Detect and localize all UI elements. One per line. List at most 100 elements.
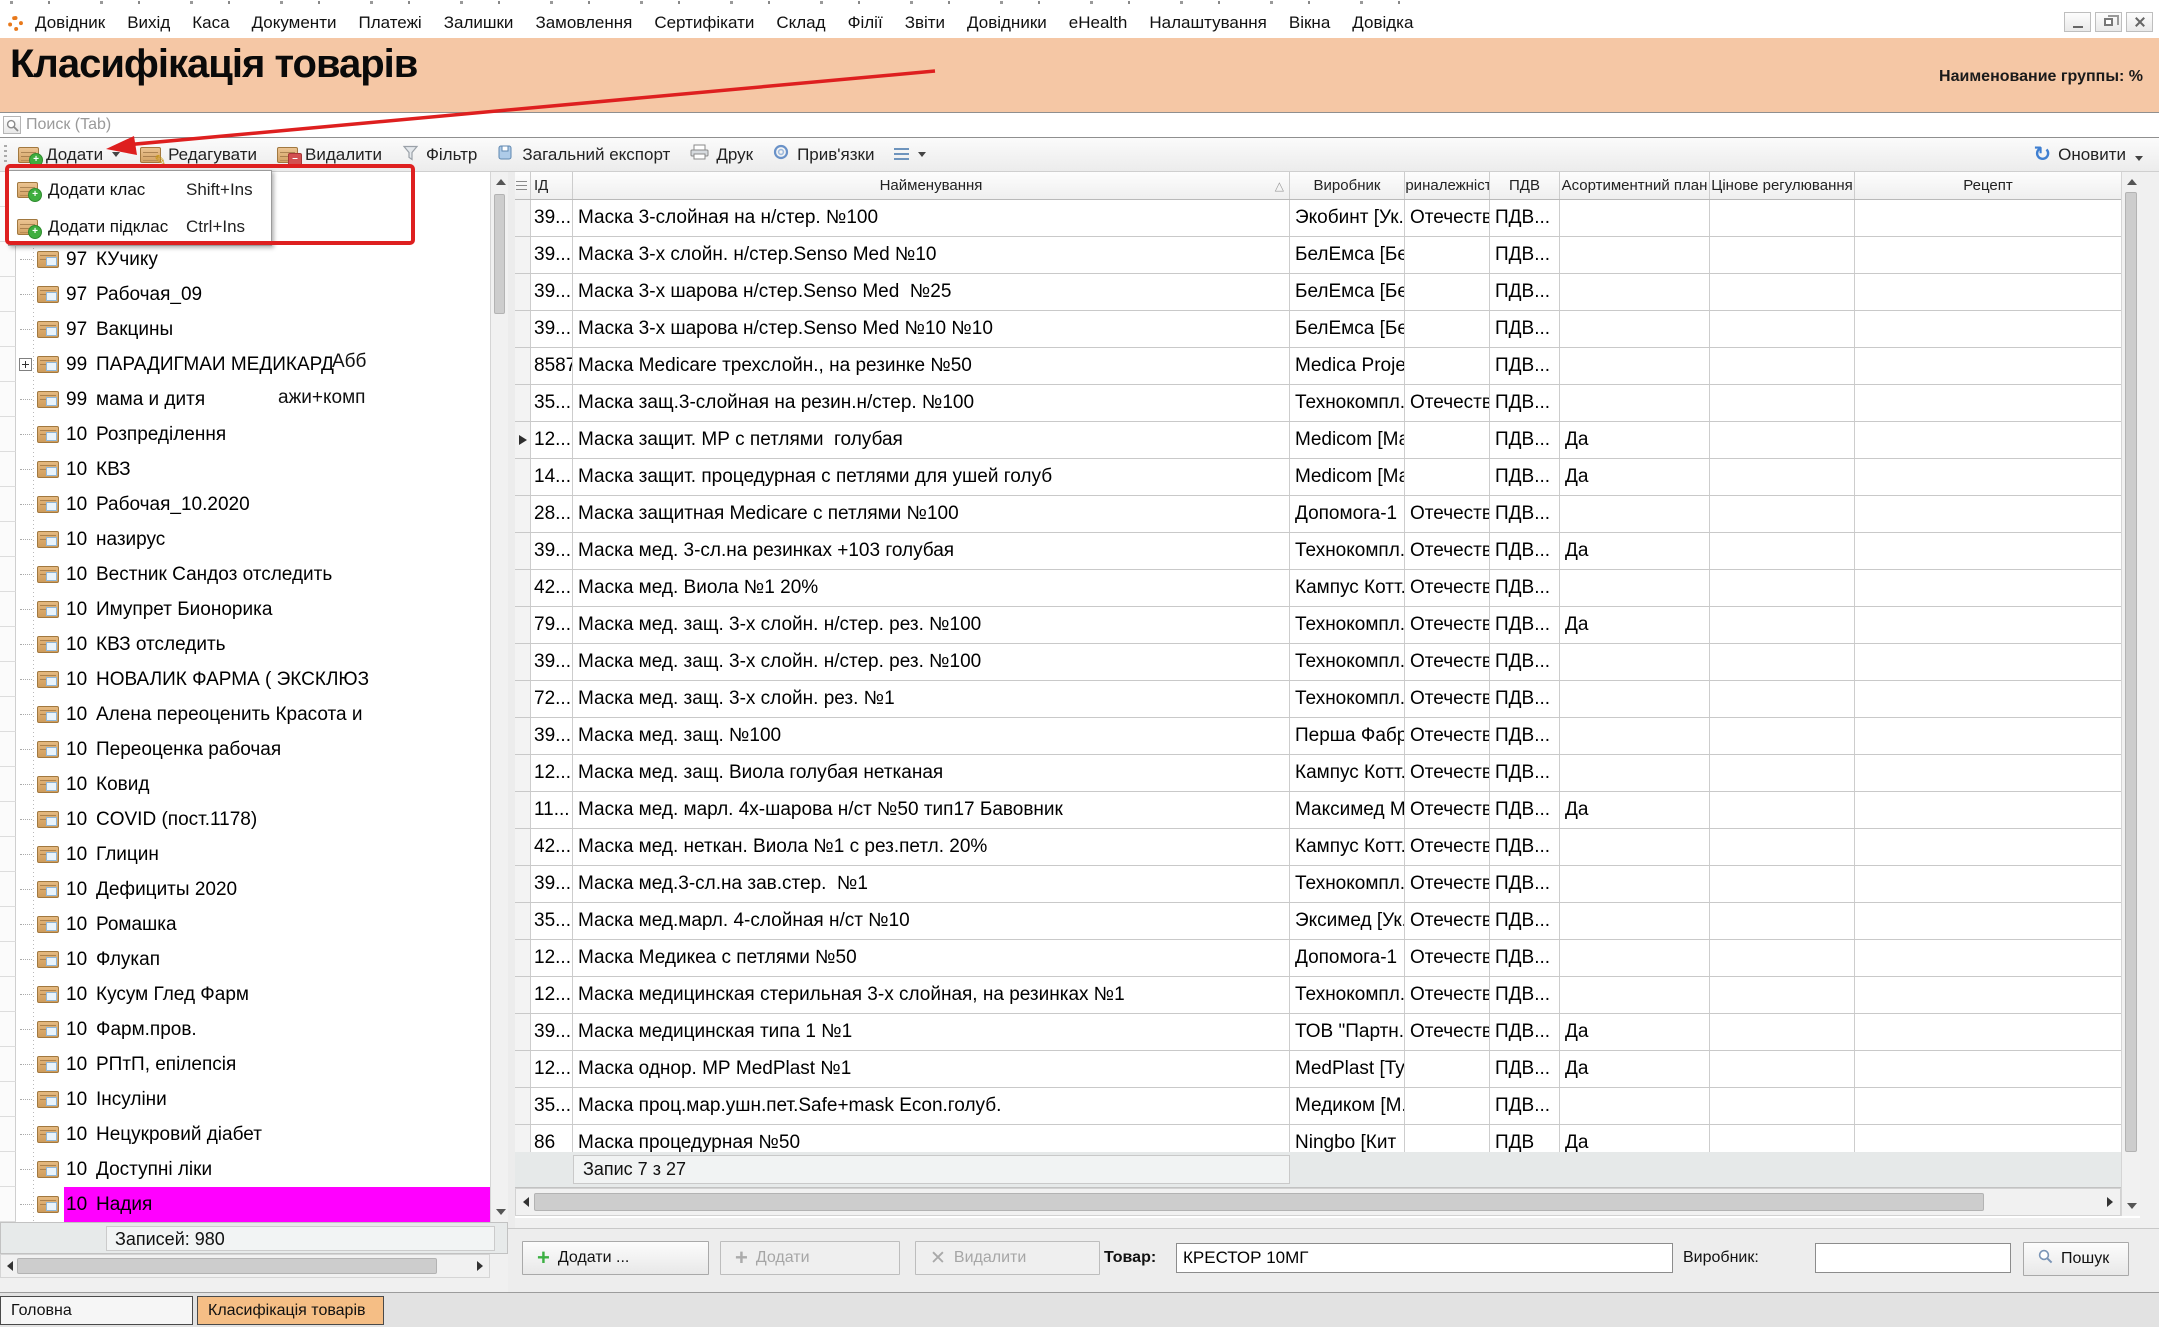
- table-row[interactable]: 35... Маска мед.марл. 4-слойная н/ст №10…: [515, 903, 2121, 940]
- scrollbar-thumb[interactable]: [17, 1258, 437, 1274]
- tree-item[interactable]: 97 Рабочая_09: [0, 277, 490, 312]
- scroll-left-icon[interactable]: [7, 1261, 13, 1271]
- tree-item[interactable]: 10 Вестник Сандоз отследить: [0, 557, 490, 592]
- tree-item[interactable]: 10 назирус: [0, 522, 490, 557]
- tree-item[interactable]: 10 Надия: [0, 1187, 490, 1222]
- table-row[interactable]: 39... Маска 3-слойная на н/стер. №100 Эк…: [515, 200, 2121, 237]
- expand-plus-icon[interactable]: [19, 358, 32, 371]
- tree-vertical-scrollbar[interactable]: [490, 172, 508, 1222]
- scroll-right-icon[interactable]: [477, 1261, 483, 1271]
- scroll-down-icon[interactable]: [2127, 1203, 2137, 1209]
- menu-item[interactable]: Довідник: [35, 13, 105, 33]
- menu-item[interactable]: Налаштування: [1149, 13, 1267, 33]
- column-header-assortment-plan[interactable]: Асортиментний план: [1560, 172, 1710, 199]
- menu-item[interactable]: Вікна: [1289, 13, 1330, 33]
- menu-item[interactable]: Вихід: [127, 13, 170, 33]
- tree-item[interactable]: 10 Рабочая_10.2020: [0, 487, 490, 522]
- context-menu-item[interactable]: Додати підклас Ctrl+Ins: [9, 208, 271, 245]
- chevron-down-icon[interactable]: [112, 152, 120, 157]
- table-row[interactable]: 39... Маска 3-х шарова н/стер.Senso Med …: [515, 311, 2121, 348]
- tree-item[interactable]: 10 РПтП, епілепсія: [0, 1047, 490, 1082]
- table-row[interactable]: 12... Маска Медикеа с петлями №50 Допомо…: [515, 940, 2121, 977]
- scrollbar-thumb[interactable]: [534, 1193, 1984, 1211]
- add-button[interactable]: Додати: [18, 145, 120, 165]
- column-header-name[interactable]: Найменування: [573, 172, 1290, 199]
- tree-item[interactable]: 10 Алена переоценить Красота и: [0, 697, 490, 732]
- menu-item[interactable]: Документи: [252, 13, 337, 33]
- tree-item[interactable]: 10 Имупрет Бионорика: [0, 592, 490, 627]
- table-row[interactable]: 72... Маска мед. защ. 3-х слойн. рез. №1…: [515, 681, 2121, 718]
- tree-item[interactable]: 10 COVID (пост.1178): [0, 802, 490, 837]
- menu-item[interactable]: Філії: [848, 13, 883, 33]
- search-input[interactable]: [26, 116, 2159, 134]
- tree-item[interactable]: 97 КУчику: [0, 242, 490, 277]
- scroll-down-icon[interactable]: [496, 1209, 506, 1215]
- tree-item[interactable]: 10 КВЗ отследить: [0, 627, 490, 662]
- menu-item[interactable]: Платежі: [358, 13, 421, 33]
- minimize-button[interactable]: [2064, 12, 2091, 32]
- table-row[interactable]: 28... Маска защитная Medicare с петлями …: [515, 496, 2121, 533]
- menu-item[interactable]: Замовлення: [535, 13, 632, 33]
- menu-item[interactable]: Сертифікати: [654, 13, 754, 33]
- tree-item[interactable]: 10 КВЗ: [0, 452, 490, 487]
- restore-button[interactable]: [2095, 12, 2122, 32]
- tree-item[interactable]: 10 Ромашка: [0, 907, 490, 942]
- table-row[interactable]: 12... Маска защит. МР с петлями голубая …: [515, 422, 2121, 459]
- column-header-recipe[interactable]: Рецепт: [1855, 172, 2121, 199]
- footer-search-button[interactable]: Пошук: [2023, 1242, 2129, 1276]
- table-vertical-scrollbar[interactable]: [2121, 172, 2140, 1216]
- tree-item[interactable]: 10 Дефициты 2020: [0, 872, 490, 907]
- table-row[interactable]: 39... Маска мед. защ. 3-х слойн. н/стер.…: [515, 644, 2121, 681]
- context-menu-item[interactable]: Додати клас Shift+Ins: [9, 171, 271, 208]
- table-row[interactable]: 8587 Маска Medicare трехслойн., на резин…: [515, 348, 2121, 385]
- panel-splitter[interactable]: [508, 172, 515, 1278]
- tree-item[interactable]: 10 Нецукровий діабет: [0, 1117, 490, 1152]
- close-button[interactable]: [2126, 12, 2153, 32]
- column-header-manufacturer[interactable]: Виробник: [1290, 172, 1405, 199]
- tree-item[interactable]: 10 Розпреділення: [0, 417, 490, 452]
- menu-item[interactable]: Каса: [192, 13, 229, 33]
- table-row[interactable]: 39... Маска 3-х слойн. н/стер.Senso Med …: [515, 237, 2121, 274]
- tree-item[interactable]: 99 ПАРАДИГМАИ МЕДИКАРД: [0, 347, 490, 382]
- table-row[interactable]: 39... Маска мед.3-сл.на зав.стер. №1 Тех…: [515, 866, 2121, 903]
- table-row[interactable]: 12... Маска однор. МР MedPlast №1 MedPla…: [515, 1051, 2121, 1088]
- menu-item[interactable]: eHealth: [1069, 13, 1128, 33]
- tree-item[interactable]: 10 НОВАЛИК ФАРМА ( ЭКСКЛЮЗ: [0, 662, 490, 697]
- table-row[interactable]: 35... Маска защ.3-слойная на резин.н/сте…: [515, 385, 2121, 422]
- tree-item[interactable]: 97 Вакцины: [0, 312, 490, 347]
- filter-button[interactable]: Фільтр: [402, 144, 477, 166]
- menu-item[interactable]: Довідка: [1352, 13, 1413, 33]
- delete-button[interactable]: Видалити: [277, 145, 382, 165]
- column-chooser[interactable]: [515, 172, 531, 199]
- table-row[interactable]: 12... Маска медицинская стерильная 3-х с…: [515, 977, 2121, 1014]
- table-row[interactable]: 39... Маска медицинская типа 1 №1 ТОВ "П…: [515, 1014, 2121, 1051]
- menu-item[interactable]: Довідники: [967, 13, 1047, 33]
- column-header-id[interactable]: ІД: [531, 172, 573, 199]
- menu-item[interactable]: Склад: [776, 13, 825, 33]
- refresh-button[interactable]: ↻ Оновити: [2034, 145, 2144, 165]
- scrollbar-thumb[interactable]: [2125, 192, 2137, 1152]
- table-row[interactable]: 12... Маска мед. защ. Виола голубая нетк…: [515, 755, 2121, 792]
- tree-item[interactable]: 10 Переоценка рабочая: [0, 732, 490, 767]
- table-row[interactable]: 79... Маска мед. защ. 3-х слойн. н/стер.…: [515, 607, 2121, 644]
- footer-add2-button[interactable]: + Додати: [720, 1241, 900, 1275]
- table-row[interactable]: 35... Маска проц.мар.ушн.пет.Safe+mask E…: [515, 1088, 2121, 1125]
- scroll-up-icon[interactable]: [496, 179, 506, 185]
- menu-item[interactable]: Звіти: [905, 13, 945, 33]
- manufacturer-input[interactable]: [1815, 1243, 2011, 1273]
- column-header-affiliation[interactable]: Приналежність: [1405, 172, 1490, 199]
- table-row[interactable]: 42... Маска мед. Виола №1 20% Кампус Кот…: [515, 570, 2121, 607]
- tab-classification[interactable]: Класифікація товарів: [197, 1296, 384, 1325]
- tree-item[interactable]: 10 Кусум Глед Фарм: [0, 977, 490, 1012]
- tree-item[interactable]: 10 Флукап: [0, 942, 490, 977]
- tab-main[interactable]: Головна: [0, 1296, 193, 1325]
- table-row[interactable]: 14... Маска защит. процедурная с петлями…: [515, 459, 2121, 496]
- table-row[interactable]: 11... Маска мед. марл. 4х-шарова н/ст №5…: [515, 792, 2121, 829]
- menu-item[interactable]: Залишки: [444, 13, 514, 33]
- tree-item[interactable]: 10 Глицин: [0, 837, 490, 872]
- scrollbar-thumb[interactable]: [494, 194, 505, 314]
- tree-item[interactable]: 99 мама и дитя: [0, 382, 490, 417]
- scroll-up-icon[interactable]: [2127, 179, 2137, 185]
- table-row[interactable]: 39... Маска 3-х шарова н/стер.Senso Med …: [515, 274, 2121, 311]
- scroll-right-icon[interactable]: [2107, 1197, 2113, 1207]
